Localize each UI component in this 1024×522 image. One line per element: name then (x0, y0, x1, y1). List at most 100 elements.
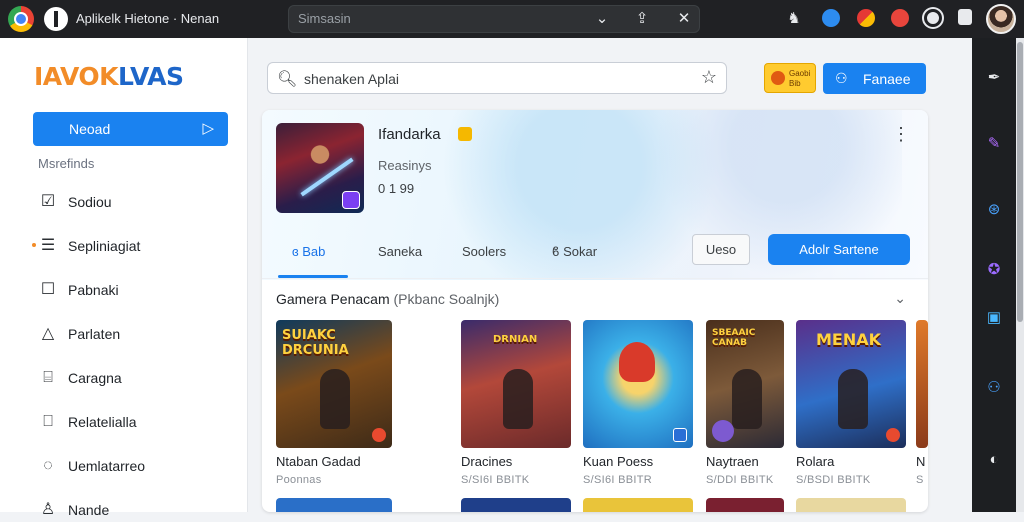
chat-icon: ◌ (43, 457, 53, 474)
game-name[interactable]: Naytraen (706, 454, 759, 469)
game-corner-icon (372, 428, 386, 442)
image-icon[interactable]: ▣ (984, 308, 1004, 328)
sidebar-item-label: Nande (68, 502, 110, 518)
game-tile-3[interactable] (583, 320, 693, 448)
game-name[interactable]: Ntaban Gadad (276, 454, 361, 469)
sidebar-item-5[interactable]: ⌸ Caragna (38, 366, 238, 390)
promo-badge[interactable]: Gaobi Bib (764, 63, 816, 93)
game-art-title: SBEAAIC CANAB (712, 328, 756, 348)
game-art-title: SUIAKC DRCUNIA (282, 328, 349, 358)
close-icon[interactable]: ✕ (674, 9, 694, 29)
secondary-button[interactable]: Ueso (692, 234, 750, 265)
browser-top-bar: Aplikelk Ніetone · Nenan Simsasin ⌄ ⇪ ✕ … (0, 0, 1024, 38)
globe-icon[interactable]: ◐ (984, 450, 1004, 470)
tab-1[interactable]: ɞ Bab (292, 244, 325, 259)
game-tile-peek[interactable] (276, 498, 392, 512)
chevron-right-icon: ▷ (202, 120, 214, 137)
game-character-art (837, 368, 868, 429)
game-sub: S (916, 474, 924, 486)
game-corner-icon (886, 428, 900, 442)
sign-in-label: Fanaee (863, 71, 911, 87)
search-text: shenaken Aplai (304, 71, 399, 87)
star-icon[interactable]: ☆ (701, 67, 717, 88)
sign-in-button[interactable]: ⚇ Fanaee (823, 63, 926, 94)
sidebar-item-label: Sepliniagiat (68, 238, 141, 254)
game-tile-peek[interactable] (706, 498, 784, 512)
accessibility-icon[interactable]: ♞ (784, 9, 804, 29)
game-name[interactable]: N (916, 454, 925, 469)
game-corner-icon (673, 428, 687, 442)
brand-part-1: IAVOK (34, 62, 119, 91)
sidebar-item-label: Sodiou (68, 194, 112, 210)
address-text[interactable]: Simsasin (298, 11, 351, 26)
brand-part-2: LVAS (118, 62, 184, 91)
sidebar-item-1[interactable]: ☑ Sodiou (38, 190, 238, 214)
share-circle-icon[interactable]: ⊛ (984, 200, 1004, 220)
extension-red-icon[interactable] (891, 9, 909, 27)
divider (262, 278, 928, 279)
sidebar-item-6[interactable]: ⎕ Relatelialla (38, 410, 238, 434)
tab-3[interactable]: Soolers (462, 244, 506, 259)
badge-icon[interactable]: ✪ (984, 260, 1004, 280)
list-icon: ☰ (40, 237, 56, 254)
user-icon: ⚇ (835, 70, 848, 86)
sidebar-item-7[interactable]: ◌ Uemlatarreo (38, 454, 238, 478)
game-tile-peek[interactable] (796, 498, 906, 512)
pen-icon[interactable]: ✎ (984, 134, 1004, 154)
sidebar-item-4[interactable]: △ Parlaten (38, 322, 238, 346)
sidebar-item-label: Caragna (68, 370, 122, 386)
game-art-title: MENAK (816, 330, 882, 349)
more-options-icon[interactable]: ⋮ (892, 124, 910, 145)
bell-icon: △ (41, 325, 55, 342)
game-tile-6[interactable] (916, 320, 928, 448)
game-name[interactable]: Rolara (796, 454, 834, 469)
sidebar-item-active[interactable]: Neoad ▷ (33, 112, 228, 146)
chevron-down-icon[interactable]: ⌄ (894, 290, 906, 307)
share-icon[interactable]: ⇪ (632, 9, 652, 29)
game-character-art (502, 368, 533, 429)
game-name[interactable]: Dracines (461, 454, 512, 469)
sidebar-item-3[interactable]: ☐ Pabnaki (38, 278, 238, 302)
scrollbar[interactable] (1016, 38, 1024, 512)
app-meta: 0 1 99 (378, 181, 415, 196)
app-name: Ifandarka (378, 126, 441, 143)
dropdown-icon[interactable]: ⌄ (592, 9, 612, 29)
search-icon: 🔍︎ (277, 71, 298, 88)
game-character-art (732, 368, 762, 429)
browser-logo-icon[interactable] (8, 6, 34, 32)
promo-text: Gaobi Bib (789, 69, 811, 88)
app-subtitle: Reasinys (378, 158, 432, 173)
sidebar-item-8[interactable]: ♙ Nande (38, 498, 238, 522)
profile-avatar[interactable] (986, 4, 1016, 34)
window-title: Aplikelk Ніetone · Nenan (76, 11, 220, 26)
game-tile-2[interactable]: DRNIAN (461, 320, 571, 448)
paint-icon[interactable]: ✒ (984, 68, 1004, 88)
game-tile-4[interactable]: SBEAAIC CANAB (706, 320, 784, 448)
camera-icon: ⌸ (43, 369, 53, 386)
square-icon: ☐ (40, 281, 56, 298)
scrollbar-thumb[interactable] (1017, 42, 1023, 322)
tab-2[interactable]: Saneka (378, 244, 422, 259)
sidebar-section-label: Msrefinds (38, 156, 95, 171)
game-tile-peek[interactable] (461, 498, 571, 512)
game-name[interactable]: Kuan Poess (583, 454, 653, 469)
primary-action-button[interactable]: Adolr Sartene (768, 234, 910, 265)
clipboard-icon[interactable] (958, 9, 972, 25)
people-icon[interactable]: ⚇ (984, 378, 1004, 398)
app-info-icon[interactable] (44, 7, 68, 31)
game-sub: S/DDI BBITK (706, 474, 774, 486)
extension-circle-icon[interactable] (924, 9, 942, 27)
tab-4[interactable]: ϐ Sokar (552, 244, 597, 259)
extension-store-icon[interactable] (857, 9, 875, 27)
game-tile-1[interactable]: SUIAKC DRCUNIA (276, 320, 392, 448)
extension-blue-icon[interactable] (822, 9, 840, 27)
game-character-art (320, 368, 351, 429)
game-tile-peek[interactable] (583, 498, 693, 512)
sidebar-item-2[interactable]: ☰ Sepliniagiat (38, 234, 238, 258)
notification-dot (32, 243, 36, 247)
search-input[interactable]: 🔍︎ shenaken Aplai ☆ (267, 62, 727, 94)
game-sub: S/SI6I BBITR (583, 474, 653, 486)
brand-logo[interactable]: IAVOKLVAS (34, 62, 184, 91)
app-thumbnail[interactable] (276, 123, 364, 213)
game-tile-5[interactable]: MENAK (796, 320, 906, 448)
